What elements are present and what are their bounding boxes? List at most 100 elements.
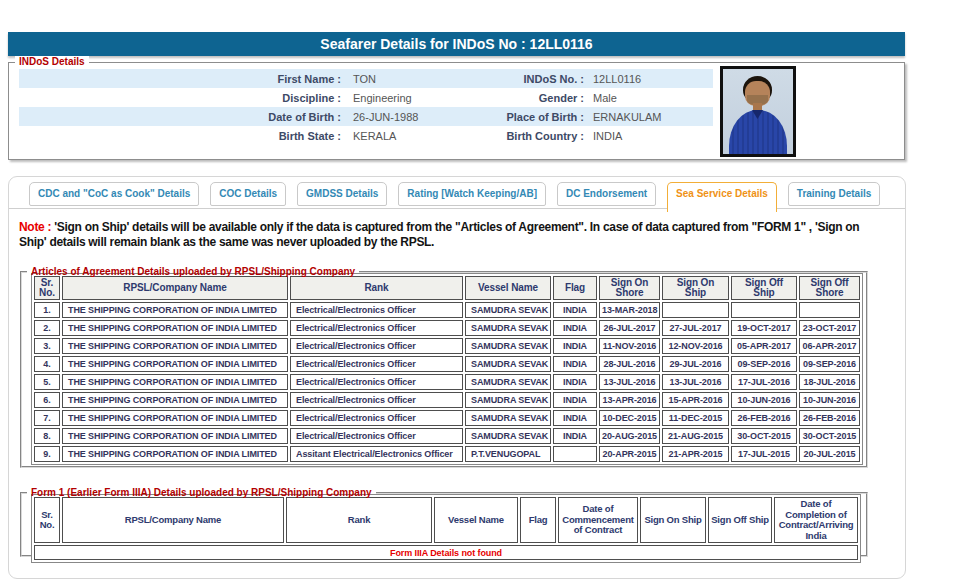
field-label: Birth Country : [459, 130, 584, 142]
table-cell: 20-JUL-2015 [799, 446, 860, 462]
table-cell: Electrical/Electronics Officer [290, 338, 463, 354]
table-row: 4.THE SHIPPING CORPORATION OF INDIA LIMI… [34, 356, 860, 372]
table-cell: 3. [34, 338, 60, 354]
tab-cdc-and-coc-as-cook-details[interactable]: CDC and "CoC as Cook" Details [29, 182, 199, 206]
table-cell: 13-JUL-2016 [662, 374, 729, 390]
table-cell: 1. [34, 302, 60, 318]
table-cell: 11-NOV-2016 [599, 338, 660, 354]
table-cell: 26-JUL-2017 [599, 320, 660, 336]
field-label: First Name : [19, 73, 341, 85]
table-cell: 17-JUL-2016 [731, 374, 797, 390]
field-value: Engineering [353, 92, 459, 104]
table-cell: INDIA [553, 428, 597, 444]
table-cell: THE SHIPPING CORPORATION OF INDIA LIMITE… [62, 320, 288, 336]
table-cell: THE SHIPPING CORPORATION OF INDIA LIMITE… [62, 356, 288, 372]
table-cell: THE SHIPPING CORPORATION OF INDIA LIMITE… [62, 446, 288, 462]
table-row: 5.THE SHIPPING CORPORATION OF INDIA LIMI… [34, 374, 860, 390]
note-prefix: Note : [19, 220, 51, 234]
column-header: Vessel Name [434, 497, 518, 543]
column-header: Sign Off Ship [708, 497, 772, 543]
table-cell: 7. [34, 410, 60, 426]
table-cell: 12-NOV-2016 [662, 338, 729, 354]
table-cell: 21-AUG-2015 [662, 428, 729, 444]
column-header: Date of Completion of Contract/Arriving … [774, 497, 858, 543]
table-cell: 09-SEP-2016 [799, 356, 860, 372]
indos-field-row: Date of Birth :26-JUN-1988Place of Birth… [19, 107, 713, 126]
table-cell: 09-SEP-2016 [731, 356, 797, 372]
table-cell: 30-OCT-2015 [731, 428, 797, 444]
table-cell: Electrical/Electronics Officer [290, 410, 463, 426]
table-cell: THE SHIPPING CORPORATION OF INDIA LIMITE… [62, 302, 288, 318]
table-cell: INDIA [553, 356, 597, 372]
field-label: Gender : [459, 92, 584, 104]
table-cell: INDIA [553, 374, 597, 390]
table-cell: Electrical/Electronics Officer [290, 374, 463, 390]
tab-dc-endorsement[interactable]: DC Endorsement [557, 182, 656, 206]
table-cell: THE SHIPPING CORPORATION OF INDIA LIMITE… [62, 392, 288, 408]
tab-sea-service-details[interactable]: Sea Service Details [667, 182, 777, 212]
table-cell: SAMUDRA SEVAK [465, 356, 551, 372]
tab-gmdss-details[interactable]: GMDSS Details [297, 182, 387, 206]
column-header: Sign On Ship [662, 276, 729, 300]
column-header: RPSL/Company Name [62, 497, 284, 543]
field-value: Male [593, 92, 617, 104]
column-header: Rank [290, 276, 463, 300]
column-header: Sign Off Ship [731, 276, 797, 300]
table-cell: INDIA [553, 320, 597, 336]
table-cell: THE SHIPPING CORPORATION OF INDIA LIMITE… [62, 338, 288, 354]
table-cell: SAMUDRA SEVAK [465, 374, 551, 390]
indos-field-row: Discipline : EngineeringGender : Male [19, 88, 713, 107]
table-cell [799, 302, 860, 318]
column-header: Flag [520, 497, 556, 543]
tabs-panel: CDC and "CoC as Cook" Details COC Details… [8, 176, 906, 579]
form1-legend: Form 1 (Earlier Form IIIA) Details uploa… [27, 487, 376, 498]
table-cell: 21-APR-2015 [662, 446, 729, 462]
articles-legend: Articles of Agreement Details uploaded b… [27, 266, 359, 277]
column-header: Rank [286, 497, 432, 543]
page: Seafarer Details for INDoS No : 12LL0116… [0, 0, 974, 586]
note-text: 'Sign on Ship' details will be available… [19, 220, 859, 249]
column-header: Sr. No. [34, 276, 60, 300]
table-cell: 29-JUL-2016 [662, 356, 729, 372]
table-cell: Electrical/Electronics Officer [290, 392, 463, 408]
table-row: 8.THE SHIPPING CORPORATION OF INDIA LIMI… [34, 428, 860, 444]
table-cell: INDIA [553, 410, 597, 426]
table-cell: Electrical/Electronics Officer [290, 320, 463, 336]
page-title: Seafarer Details for INDoS No : 12LL0116 [8, 32, 905, 56]
field-value: 26-JUN-1988 [353, 111, 459, 123]
table-cell: 8. [34, 428, 60, 444]
table-cell: 26-FEB-2016 [799, 410, 860, 426]
table-cell: 17-JUL-2015 [731, 446, 797, 462]
table-cell: INDIA [553, 392, 597, 408]
form1-table: Sr. No.RPSL/Company NameRankVessel NameF… [31, 494, 861, 563]
field-label: Discipline : [19, 92, 341, 104]
table-cell: 10-JUN-2016 [799, 392, 860, 408]
table-row: 3.THE SHIPPING CORPORATION OF INDIA LIMI… [34, 338, 860, 354]
table-cell: INDIA [553, 338, 597, 354]
column-header: Flag [553, 276, 597, 300]
table-row: 6.THE SHIPPING CORPORATION OF INDIA LIMI… [34, 392, 860, 408]
table-cell: 4. [34, 356, 60, 372]
field-label: Date of Birth : [19, 111, 341, 123]
table-row: 7.THE SHIPPING CORPORATION OF INDIA LIMI… [34, 410, 860, 426]
table-cell: 15-APR-2016 [662, 392, 729, 408]
tab-training-details[interactable]: Training Details [788, 182, 880, 206]
tab-rating-watch-keeping-ab[interactable]: Rating [Watch Keeping/AB] [398, 182, 546, 206]
table-cell: Electrical/Electronics Officer [290, 302, 463, 318]
table-cell [731, 302, 797, 318]
tab-coc-details[interactable]: COC Details [210, 182, 286, 206]
table-cell: 13-JUL-2016 [599, 374, 660, 390]
field-label: Birth State : [19, 130, 341, 142]
table-cell: 19-OCT-2017 [731, 320, 797, 336]
table-cell: P.T.VENUGOPAL [465, 446, 551, 462]
table-cell: 06-APR-2017 [799, 338, 860, 354]
note: Note : 'Sign on Ship' details will be av… [19, 220, 887, 250]
table-cell: 11-DEC-2015 [662, 410, 729, 426]
table-cell: 6. [34, 392, 60, 408]
table-cell: 18-JUL-2016 [799, 374, 860, 390]
indos-legend: INDoS Details [15, 56, 89, 67]
table-cell: SAMUDRA SEVAK [465, 428, 551, 444]
column-header: Sign On Shore [599, 276, 660, 300]
field-value: KERALA [353, 130, 459, 142]
table-cell: Electrical/Electronics Officer [290, 428, 463, 444]
